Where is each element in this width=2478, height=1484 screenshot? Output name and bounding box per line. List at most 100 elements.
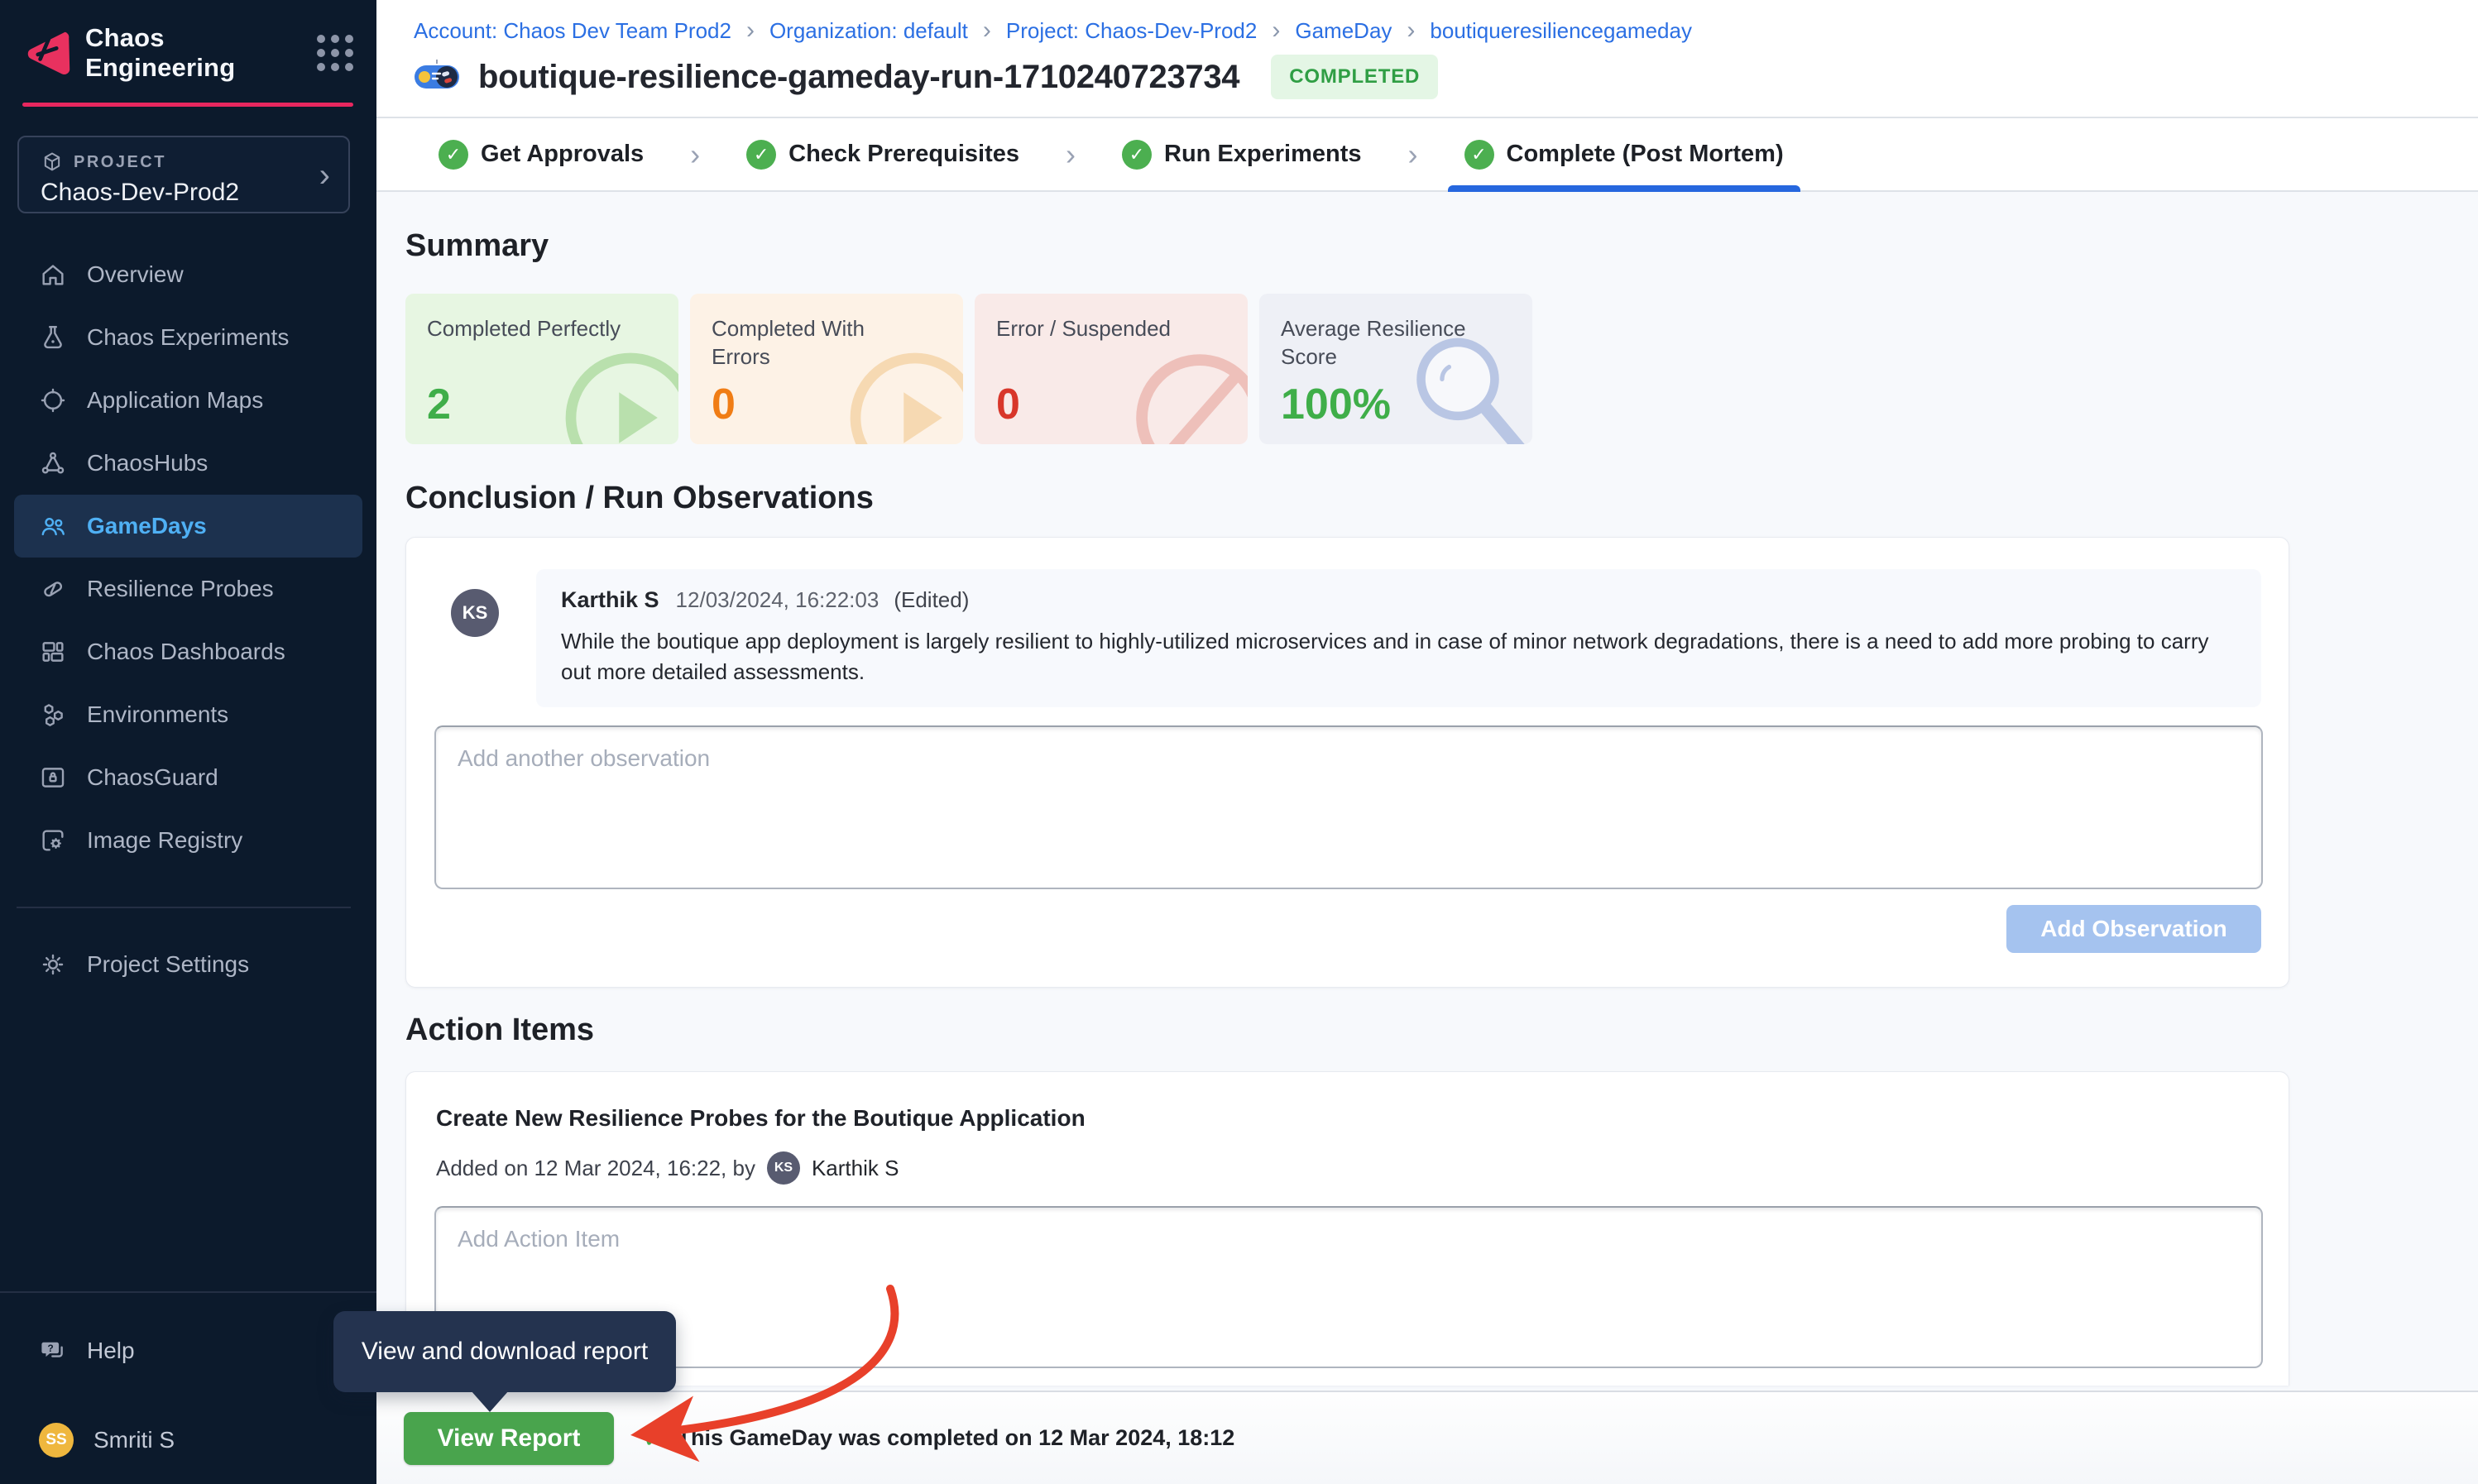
chaos-engineering-logo-icon <box>22 28 72 78</box>
tab-run-experiments[interactable]: ✓ Run Experiments <box>1105 118 1378 190</box>
view-report-tooltip: View and download report <box>333 1311 676 1392</box>
status-badge: COMPLETED <box>1271 55 1438 99</box>
brand-divider <box>22 103 353 107</box>
target-icon <box>39 386 67 414</box>
sidebar-item-environments[interactable]: Environments <box>14 683 362 746</box>
action-author-name: Karthik S <box>812 1156 899 1181</box>
page-title: boutique-resilience-gameday-run-17102407… <box>478 59 1239 96</box>
gear-icon <box>39 950 67 979</box>
action-item-meta: Added on 12 Mar 2024, 16:22, by KS Karth… <box>436 1151 899 1185</box>
main-content: Summary Completed Perfectly 2 Completed … <box>376 192 2478 1386</box>
sidebar-item-image-registry[interactable]: Image Registry <box>14 809 362 872</box>
observation-comment: Karthik S 12/03/2024, 16:22:03 (Edited) … <box>536 569 2261 707</box>
check-circle-icon: ✓ <box>1464 140 1494 170</box>
user-name: Smriti S <box>93 1427 175 1453</box>
sidebar-item-resilience-probes[interactable]: Resilience Probes <box>14 558 362 620</box>
card-value: 2 <box>427 380 451 429</box>
tab-get-approvals[interactable]: ✓ Get Approvals <box>422 118 660 190</box>
page-footer: View Report ✓ This GameDay was completed… <box>376 1391 2478 1484</box>
action-items-card: Create New Resilience Probes for the Bou… <box>405 1071 2289 1386</box>
sidebar-item-overview[interactable]: Overview <box>14 243 362 306</box>
card-completed-perfectly: Completed Perfectly 2 <box>405 294 678 444</box>
check-circle-icon: ✓ <box>746 140 776 170</box>
add-action-item-input[interactable] <box>434 1206 2263 1368</box>
summary-cards: Completed Perfectly 2 Completed With Err… <box>405 294 2449 444</box>
tab-complete-post-mortem[interactable]: ✓ Complete (Post Mortem) <box>1448 118 1800 190</box>
check-circle-icon: ✓ <box>439 140 468 170</box>
breadcrumb-gameday-name[interactable]: boutiqueresiliencegameday <box>1430 18 1692 44</box>
sidebar-item-gamedays[interactable]: GameDays <box>14 495 362 558</box>
comment-edited-label: (Edited) <box>894 587 969 613</box>
chevron-right-icon: › <box>690 137 700 172</box>
action-author-avatar: KS <box>767 1151 800 1185</box>
chevron-right-icon: › <box>1408 137 1418 172</box>
action-item-added-text: Added on 12 Mar 2024, 16:22, by <box>436 1156 755 1181</box>
sidebar: Chaos Engineering PROJECT Chaos-Dev-Prod… <box>0 0 376 1484</box>
comment-timestamp: 12/03/2024, 16:22:03 <box>676 587 880 613</box>
sidebar-item-chaos-experiments[interactable]: Chaos Experiments <box>14 306 362 369</box>
svg-text:?: ? <box>47 1343 53 1354</box>
card-value: 0 <box>712 380 736 429</box>
gameday-step-tabs: ✓ Get Approvals › ✓ Check Prerequisites … <box>376 118 2478 192</box>
summary-heading: Summary <box>405 228 2449 264</box>
sidebar-item-chaosguard[interactable]: ChaosGuard <box>14 746 362 809</box>
dashboard-icon <box>39 638 67 666</box>
card-average-resilience-score: Average Resilience Score 100% <box>1259 294 1532 444</box>
breadcrumb-project[interactable]: Project: Chaos-Dev-Prod2 <box>1006 18 1257 44</box>
network-icon <box>39 449 67 477</box>
sidebar-item-application-maps[interactable]: Application Maps <box>14 369 362 432</box>
page-header: Account: Chaos Dev Team Prod2 › Organiza… <box>376 0 2478 118</box>
lock-card-icon <box>39 764 67 792</box>
project-selector[interactable]: PROJECT Chaos-Dev-Prod2 › <box>17 136 350 213</box>
sidebar-item-chaoshubs[interactable]: ChaosHubs <box>14 432 362 495</box>
chevron-right-icon: › <box>1407 17 1415 45</box>
sidebar-nav: Overview Chaos Experiments Application M… <box>0 243 376 872</box>
breadcrumb: Account: Chaos Dev Team Prod2 › Organiza… <box>414 17 1692 45</box>
tooltip-text: View and download report <box>362 1338 648 1366</box>
comment-text: While the boutique app deployment is lar… <box>561 626 2236 687</box>
action-item-title: Create New Resilience Probes for the Bou… <box>436 1105 1086 1132</box>
project-label: PROJECT <box>74 153 166 172</box>
breadcrumb-organization[interactable]: Organization: default <box>769 18 968 44</box>
chevron-right-icon: › <box>319 159 330 192</box>
sidebar-item-chaos-dashboards[interactable]: Chaos Dashboards <box>14 620 362 683</box>
sidebar-header: Chaos Engineering <box>22 26 353 79</box>
comment-author-avatar: KS <box>451 589 499 637</box>
gameday-completed-note: This GameDay was completed on 12 Mar 202… <box>678 1425 1235 1451</box>
help-button[interactable]: ? Help <box>14 1322 362 1380</box>
breadcrumb-account[interactable]: Account: Chaos Dev Team Prod2 <box>414 18 731 44</box>
check-circle-icon: ✓ <box>1122 140 1152 170</box>
sidebar-divider <box>17 907 351 908</box>
flask-icon <box>39 323 67 352</box>
breadcrumb-gameday[interactable]: GameDay <box>1295 18 1392 44</box>
observations-heading: Conclusion / Run Observations <box>405 481 2449 516</box>
user-avatar: SS <box>39 1423 74 1458</box>
card-value: 0 <box>996 380 1020 429</box>
add-observation-button[interactable]: Add Observation <box>2006 905 2261 953</box>
hexagons-icon <box>39 701 67 729</box>
sidebar-divider <box>0 1291 376 1293</box>
card-value: 100% <box>1281 380 1391 429</box>
action-items-heading: Action Items <box>405 1012 2449 1048</box>
module-grid-icon[interactable] <box>317 35 353 71</box>
card-error-suspended: Error / Suspended 0 <box>975 294 1248 444</box>
view-report-button[interactable]: View Report <box>404 1412 614 1465</box>
user-menu[interactable]: SS Smriti S <box>14 1411 362 1469</box>
ban-circle-icon <box>1125 343 1248 444</box>
comment-author-name: Karthik S <box>561 587 659 613</box>
observations-card: KS Karthik S 12/03/2024, 16:22:03 (Edite… <box>405 537 2289 988</box>
chaos-engineering-app: Chaos Engineering PROJECT Chaos-Dev-Prod… <box>0 0 2478 1484</box>
people-icon <box>39 512 67 540</box>
project-name: Chaos-Dev-Prod2 <box>41 179 348 207</box>
chevron-right-icon: › <box>1272 17 1280 45</box>
gamepad-icon <box>414 59 460 95</box>
add-observation-input[interactable] <box>434 725 2263 889</box>
tab-check-prerequisites[interactable]: ✓ Check Prerequisites <box>730 118 1036 190</box>
chevron-right-icon: › <box>1066 137 1076 172</box>
sidebar-item-project-settings[interactable]: Project Settings <box>14 933 362 996</box>
chevron-right-icon: › <box>983 17 991 45</box>
card-completed-with-errors: Completed With Errors 0 <box>690 294 963 444</box>
play-circle-icon <box>556 343 678 444</box>
app-title: Chaos Engineering <box>85 23 317 83</box>
registry-gear-icon <box>39 826 67 854</box>
